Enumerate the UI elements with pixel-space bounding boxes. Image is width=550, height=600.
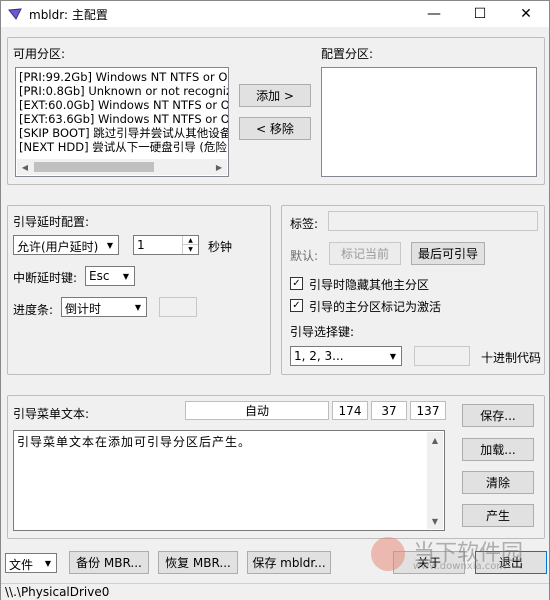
- vertical-scrollbar[interactable]: ▲ ▼: [427, 432, 443, 529]
- menu-text-content: 引导菜单文本在添加可引导分区后产生。: [17, 435, 252, 449]
- chevron-down-icon: ▼: [44, 558, 52, 568]
- add-partition-button[interactable]: 添加 >: [239, 84, 311, 107]
- close-button[interactable]: ✕: [503, 1, 549, 27]
- boot-delay-group: [7, 205, 271, 375]
- chevron-down-icon: ▼: [122, 271, 130, 281]
- watermark-logo-icon: [371, 537, 405, 571]
- available-partitions-label: 可用分区:: [13, 47, 66, 61]
- hide-other-checkbox[interactable]: ✓: [290, 277, 303, 290]
- scroll-right-icon[interactable]: ▶: [211, 159, 227, 175]
- entry-name-label: 标签:: [290, 217, 319, 231]
- configured-partitions-list[interactable]: [321, 67, 537, 177]
- hide-other-label: 引导时隐藏其他主分区: [309, 278, 430, 292]
- title-bar: mbldr: 主配置 — ☐ ✕: [1, 1, 549, 27]
- mark-active-label: 引导的主分区标记为激活: [309, 300, 442, 314]
- backup-mbr-button[interactable]: 备份 MBR...: [69, 551, 149, 574]
- remove-partition-button[interactable]: < 移除: [239, 117, 311, 140]
- restore-mbr-button[interactable]: 恢复 MBR...: [158, 551, 238, 574]
- generate-text-button[interactable]: 产生: [462, 504, 534, 527]
- seconds-unit-label: 秒钟: [208, 240, 233, 254]
- list-item[interactable]: [SKIP BOOT] 跳过引导并尝试从其他设备: [16, 126, 228, 140]
- available-partitions-list[interactable]: [PRI:99.2Gb] Windows NT NTFS or OS/2 HPF…: [15, 67, 229, 177]
- color-red-value[interactable]: 174: [332, 401, 368, 420]
- menu-text-area[interactable]: 引导菜单文本在添加可引导分区后产生。 ▲ ▼: [13, 430, 445, 531]
- select-key-label: 引导选择键:: [290, 325, 355, 339]
- mark-active-checkbox[interactable]: ✓: [290, 299, 303, 312]
- window-title: mbldr: 主配置: [29, 8, 108, 22]
- color-blue-value[interactable]: 137: [410, 401, 446, 420]
- list-item[interactable]: [EXT:60.0Gb] Windows NT NTFS or OS/2: [16, 98, 228, 112]
- boot-delay-label: 引导延时配置:: [13, 215, 90, 229]
- delay-seconds-stepper[interactable]: 1 ▲ ▼: [133, 235, 199, 255]
- boot-delay-mode-select[interactable]: 允许(用户延时) ▼: [13, 235, 119, 255]
- minimize-button[interactable]: —: [411, 1, 457, 27]
- boot-delay-mode-value: 允许(用户延时): [17, 240, 99, 254]
- mark-current-button[interactable]: 标记当前: [329, 242, 401, 265]
- maximize-button[interactable]: ☐: [457, 1, 503, 27]
- list-item[interactable]: [PRI:99.2Gb] Windows NT NTFS or OS/2 HPF…: [16, 70, 228, 84]
- delay-seconds-value: 1: [137, 238, 145, 252]
- entry-name-field[interactable]: [328, 211, 538, 231]
- progress-bar-label: 进度条:: [13, 303, 54, 317]
- progress-bar-value: 倒计时: [65, 302, 102, 316]
- list-item[interactable]: [EXT:63.6Gb] Windows NT NTFS or OS/2: [16, 112, 228, 126]
- horizontal-scrollbar[interactable]: ◀ ▶: [17, 159, 227, 175]
- list-item[interactable]: [PRI:0.8Gb] Unknown or not recognized: [16, 84, 228, 98]
- file-target-value: 文件: [9, 558, 34, 572]
- chevron-down-icon: ▼: [106, 240, 114, 250]
- status-drive-text: \\.\PhysicalDrive0: [5, 585, 110, 599]
- select-key-value: 1, 2, 3...: [294, 349, 344, 363]
- load-text-button[interactable]: 加载...: [462, 438, 534, 461]
- text-align-value[interactable]: 自动: [185, 401, 329, 420]
- default-label: 默认:: [290, 249, 319, 263]
- save-text-button[interactable]: 保存...: [462, 404, 534, 427]
- status-bar: \\.\PhysicalDrive0: [1, 583, 549, 600]
- hex-code-field[interactable]: [414, 346, 470, 366]
- save-mbldr-button[interactable]: 保存 mbldr...: [247, 551, 331, 574]
- color-green-value[interactable]: 37: [371, 401, 407, 420]
- interrupt-key-label: 中断延时键:: [13, 271, 78, 285]
- select-key-select[interactable]: 1, 2, 3... ▼: [290, 346, 402, 366]
- watermark-url: www.downxia.com: [413, 561, 507, 572]
- configured-partitions-label: 配置分区:: [321, 47, 374, 61]
- main-window: mbldr: 主配置 — ☐ ✕ 可用分区: [PRI:99.2Gb] Wind…: [0, 0, 550, 600]
- chevron-down-icon: ▼: [134, 302, 142, 312]
- interrupt-key-select[interactable]: Esc ▼: [85, 266, 135, 286]
- scroll-left-icon[interactable]: ◀: [17, 159, 33, 175]
- scroll-down-icon[interactable]: ▼: [427, 513, 443, 529]
- progress-char-field[interactable]: [159, 297, 197, 317]
- app-icon: [7, 6, 23, 22]
- clear-text-button[interactable]: 清除: [462, 471, 534, 494]
- scroll-up-icon[interactable]: ▲: [427, 432, 443, 448]
- list-item[interactable]: [NEXT HDD] 尝试从下一硬盘引导 (危险: [16, 140, 228, 154]
- hex-code-label: 十进制代码: [481, 351, 542, 365]
- interrupt-key-value: Esc: [89, 269, 110, 283]
- file-target-select[interactable]: 文件 ▼: [5, 553, 57, 573]
- spin-up-icon[interactable]: ▲: [182, 236, 198, 245]
- scrollbar-thumb[interactable]: [34, 162, 154, 172]
- menu-text-label: 引导菜单文本:: [13, 407, 90, 421]
- last-bootable-button[interactable]: 最后可引导: [411, 242, 485, 265]
- spin-down-icon[interactable]: ▼: [182, 245, 198, 254]
- chevron-down-icon: ▼: [389, 351, 397, 361]
- progress-bar-select[interactable]: 倒计时 ▼: [61, 297, 147, 317]
